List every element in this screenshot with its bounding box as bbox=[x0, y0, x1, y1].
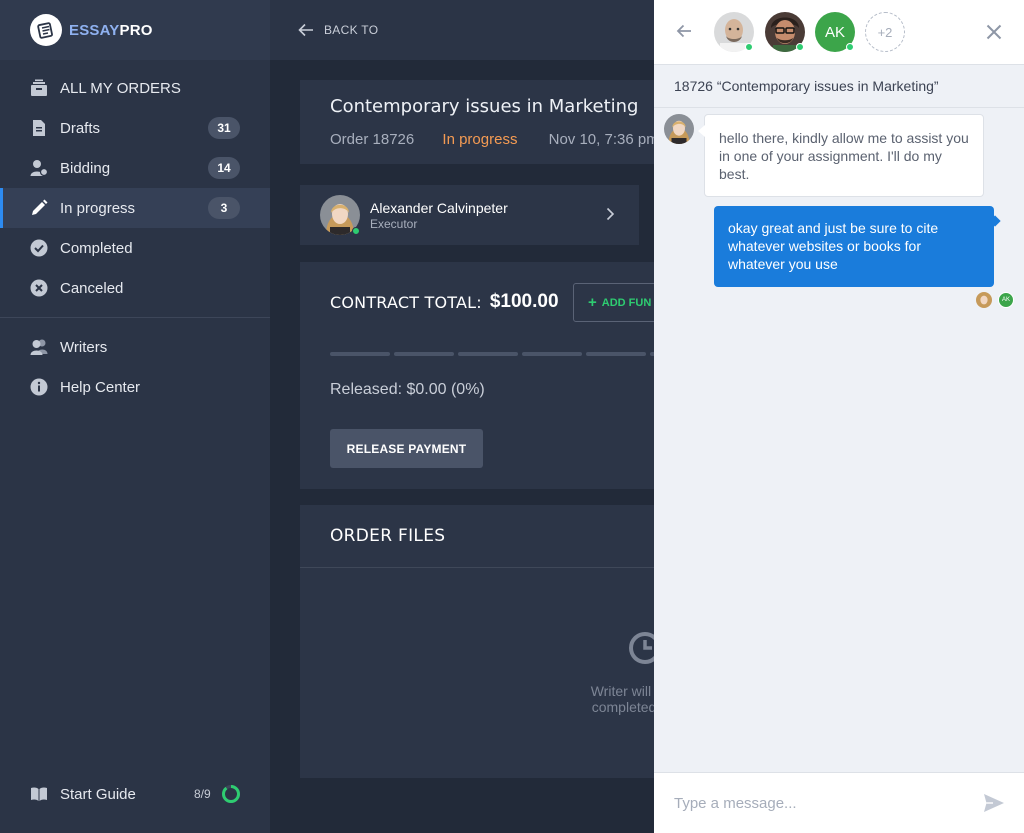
message-composer bbox=[654, 772, 1024, 833]
sidebar-item-label: Help Center bbox=[60, 378, 141, 396]
participant-initials: AK bbox=[824, 23, 845, 41]
back-link-label: BACK TO bbox=[324, 23, 379, 37]
count-badge: 14 bbox=[208, 157, 240, 179]
progress-segment bbox=[586, 352, 646, 356]
brand-header: ESSAYPRO bbox=[0, 0, 270, 60]
progress-segment bbox=[394, 352, 454, 356]
read-receipt-initials: AK bbox=[998, 292, 1014, 308]
document-icon bbox=[30, 119, 48, 137]
executor-info: Alexander Calvinpeter Executor bbox=[370, 200, 508, 231]
start-guide-progress-ring bbox=[222, 785, 240, 803]
sidebar-item-in-progress[interactable]: In progress 3 bbox=[0, 188, 270, 228]
message-outgoing: okay great and just be sure to cite what… bbox=[714, 206, 994, 287]
executor-avatar bbox=[320, 195, 360, 235]
participant-avatar[interactable] bbox=[765, 12, 805, 52]
sidebar-item-label: Canceled bbox=[60, 279, 124, 297]
add-funds-label: ADD FUN bbox=[601, 296, 652, 309]
start-guide-count: 8/9 bbox=[194, 787, 211, 801]
sidebar-item-label: In progress bbox=[60, 199, 136, 217]
essaypro-logo-icon[interactable] bbox=[30, 14, 62, 46]
payment-progress-bar bbox=[330, 352, 670, 356]
chat-subject: 18726 “Contemporary issues in Marketing” bbox=[654, 65, 1024, 108]
order-number: Order 18726 bbox=[330, 131, 415, 148]
order-meta: Order 18726 In progress Nov 10, 7:36 pm bbox=[330, 131, 659, 148]
sidebar-item-writers[interactable]: Writers bbox=[0, 327, 270, 367]
user-bid-icon bbox=[30, 159, 48, 177]
sidebar-item-completed[interactable]: Completed bbox=[0, 228, 270, 268]
chevron-right-icon bbox=[606, 207, 615, 221]
more-participants-button[interactable]: +2 bbox=[865, 12, 905, 52]
sidebar-item-help-center[interactable]: Help Center bbox=[0, 367, 270, 407]
sidebar: ESSAYPRO ALL MY ORDERS Drafts 31 Bidding… bbox=[0, 0, 270, 833]
message-incoming: hello there, kindly allow me to assist y… bbox=[698, 114, 984, 197]
x-circle-icon bbox=[30, 279, 48, 297]
arrow-left-icon bbox=[298, 23, 313, 37]
order-date: Nov 10, 7:36 pm bbox=[548, 131, 659, 148]
executor-role: Executor bbox=[370, 216, 418, 231]
progress-segment bbox=[522, 352, 582, 356]
chat-panel: AK +2 18726 “Contemporary issues in Mark… bbox=[654, 0, 1024, 833]
sidebar-divider bbox=[0, 317, 270, 318]
order-title: Contemporary issues in Marketing bbox=[330, 96, 639, 117]
pencil-icon bbox=[30, 199, 48, 217]
users-icon bbox=[30, 338, 48, 356]
online-status-dot bbox=[796, 43, 804, 51]
sender-avatar bbox=[664, 114, 694, 144]
plus-icon: + bbox=[588, 294, 597, 311]
brand-name[interactable]: ESSAYPRO bbox=[69, 22, 153, 39]
stack-icon bbox=[30, 79, 48, 97]
count-badge: 31 bbox=[208, 117, 240, 139]
contract-total-value: $100.00 bbox=[489, 291, 559, 312]
sidebar-nav-secondary: Writers Help Center bbox=[0, 327, 270, 407]
info-icon bbox=[30, 378, 48, 396]
chat-header: AK +2 bbox=[654, 0, 1024, 65]
check-circle-icon bbox=[30, 239, 48, 257]
order-files-card: ORDER FILES Writer will uploa completed … bbox=[300, 505, 689, 778]
sidebar-nav: ALL MY ORDERS Drafts 31 Bidding 14 In pr… bbox=[0, 68, 270, 308]
sidebar-item-label: Completed bbox=[60, 239, 133, 257]
sidebar-item-drafts[interactable]: Drafts 31 bbox=[0, 108, 270, 148]
executor-name: Alexander Calvinpeter bbox=[370, 199, 508, 216]
order-files-title: ORDER FILES bbox=[300, 505, 680, 568]
online-status-dot bbox=[352, 227, 360, 235]
brand-name-part1: ESSAY bbox=[69, 21, 120, 39]
read-receipt-avatar bbox=[976, 292, 992, 308]
sidebar-item-label: ALL MY ORDERS bbox=[60, 79, 181, 97]
send-icon[interactable] bbox=[983, 792, 1005, 814]
sidebar-item-label: Drafts bbox=[60, 119, 101, 137]
sidebar-item-label: Writers bbox=[60, 338, 108, 356]
contract-total-label: CONTRACT TOTAL: bbox=[330, 292, 482, 312]
order-status: In progress bbox=[442, 131, 518, 148]
executor-card[interactable]: Alexander Calvinpeter Executor bbox=[300, 185, 639, 245]
contract-card: CONTRACT TOTAL: $100.00 + ADD FUN Releas… bbox=[300, 262, 693, 489]
online-status-dot bbox=[846, 43, 854, 51]
participant-avatar[interactable] bbox=[714, 12, 754, 52]
close-icon[interactable] bbox=[986, 24, 1002, 40]
release-payment-button[interactable]: RELEASE PAYMENT bbox=[330, 429, 483, 468]
sidebar-item-label: Bidding bbox=[60, 159, 111, 177]
arrow-left-icon[interactable] bbox=[676, 23, 692, 39]
count-badge: 3 bbox=[208, 197, 240, 219]
start-guide-label: Start Guide bbox=[60, 785, 136, 803]
progress-segment bbox=[458, 352, 518, 356]
released-amount: Released: $0.00 (0%) bbox=[330, 381, 485, 398]
message-input[interactable] bbox=[674, 794, 964, 812]
sidebar-item-canceled[interactable]: Canceled bbox=[0, 268, 270, 308]
order-header-card: Contemporary issues in Marketing Order 1… bbox=[300, 80, 680, 164]
online-status-dot bbox=[745, 43, 753, 51]
start-guide[interactable]: Start Guide 8/9 bbox=[0, 774, 270, 814]
sidebar-item-all-orders[interactable]: ALL MY ORDERS bbox=[0, 68, 270, 108]
participant-avatar-initials[interactable]: AK bbox=[815, 12, 855, 52]
book-icon bbox=[30, 785, 48, 803]
sidebar-item-bidding[interactable]: Bidding 14 bbox=[0, 148, 270, 188]
brand-name-part2: PRO bbox=[119, 21, 153, 39]
progress-segment bbox=[330, 352, 390, 356]
